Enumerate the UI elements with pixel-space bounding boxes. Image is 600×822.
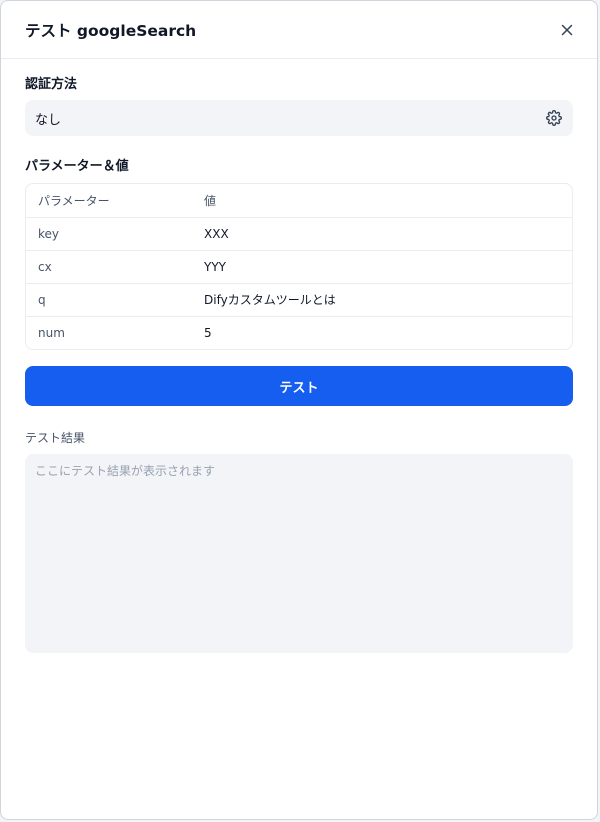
param-value-input[interactable] — [204, 260, 572, 274]
column-header-parameter: パラメーター — [38, 194, 110, 208]
table-row: num — [26, 316, 572, 349]
params-table: パラメーター 値 key cx q — [25, 183, 573, 350]
auth-method-value: なし — [35, 112, 62, 128]
params-table-header: パラメーター 値 — [26, 184, 572, 217]
table-row: q — [26, 283, 572, 316]
dialog-header: テスト googleSearch — [1, 1, 597, 59]
dialog-body: 認証方法 なし パラメーター＆値 パラメーター 値 key XXX cx YYY… — [1, 76, 597, 653]
param-value-input[interactable] — [204, 292, 572, 307]
close-icon — [561, 24, 573, 35]
close-button[interactable] — [555, 18, 579, 42]
table-row: cx — [26, 250, 572, 283]
param-value-cell — [204, 227, 572, 241]
param-value-cell — [204, 292, 572, 308]
auth-method-label: 認証方法 — [25, 77, 78, 92]
params-label: パラメーター＆値 — [25, 159, 129, 174]
column-header-value: 値 — [204, 194, 217, 208]
param-name: key — [38, 227, 60, 241]
auth-method-field[interactable]: なし — [25, 100, 573, 136]
test-result-placeholder: ここにテスト結果が表示されます — [35, 464, 216, 478]
param-value-cell — [204, 326, 572, 340]
test-result-label: テスト結果 — [25, 431, 86, 445]
gear-icon — [546, 110, 562, 126]
dialog-title: テスト googleSearch — [25, 21, 197, 40]
table-row: key — [26, 217, 572, 250]
test-button[interactable]: テスト — [25, 366, 573, 406]
param-value-input[interactable] — [204, 326, 572, 340]
param-name: cx — [38, 260, 52, 274]
auth-settings-button[interactable] — [545, 109, 563, 127]
test-dialog: テスト googleSearch 認証方法 なし パラメーター＆値 パラメーター… — [0, 0, 598, 820]
param-value-cell — [204, 260, 572, 274]
param-name: q — [38, 293, 46, 307]
param-name: num — [38, 326, 65, 340]
param-value-input[interactable] — [204, 227, 572, 241]
test-result-output: ここにテスト結果が表示されます — [25, 454, 573, 653]
